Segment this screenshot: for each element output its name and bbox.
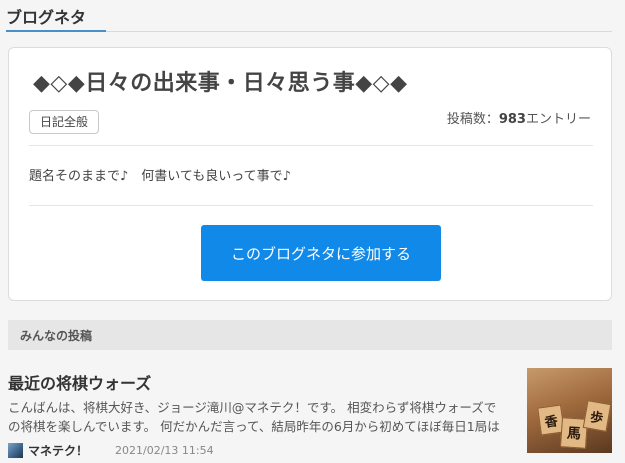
blog-theme-card: ◆◇◆日々の出来事・日々思う事◆◇◆ 日記全般 投稿数：983エントリー 題名そ… — [8, 47, 612, 301]
post-count: 投稿数：983エントリー — [447, 108, 591, 127]
shogi-piece-image: 歩 — [582, 400, 612, 432]
card-divider — [29, 205, 593, 206]
theme-description: 題名そのままで♪ 何書いても良いって事で♪ — [29, 169, 291, 184]
entry-author[interactable]: マネテク！ — [8, 442, 88, 458]
post-count-unit: エントリー — [525, 112, 591, 127]
post-count-value: 983 — [498, 112, 526, 127]
entry-excerpt-line: の将棋を楽しんでいます。 何だかんだ言って、結局昨年の6月から初めてほぼ毎日1局… — [8, 419, 500, 434]
theme-title: ◆◇◆日々の出来事・日々思う事◆◇◆ — [33, 71, 408, 96]
join-theme-button[interactable]: このブログネタに参加する — [201, 225, 441, 281]
entry-thumbnail[interactable]: 香 馬 歩 — [527, 368, 612, 453]
section-header: ブログネタ — [0, 0, 612, 32]
avatar — [8, 442, 23, 458]
entry-date: 2021/02/13 11:54 — [115, 444, 214, 457]
author-name[interactable]: マネテク！ — [28, 442, 88, 459]
entry-excerpt: こんばんは、将棋大好き、ジョージ滝川@マネテク！です。 相変わらず将棋ウォーズで… — [8, 398, 514, 436]
section-title: ブログネタ — [6, 8, 87, 27]
entry-title-link[interactable]: 最近の将棋ウォーズ — [8, 370, 151, 394]
entry-excerpt-line: こんばんは、将棋大好き、ジョージ滝川@マネテク！です。 相変わらず将棋ウォーズで — [8, 400, 497, 415]
community-posts-bar: みんなの投稿 — [8, 320, 612, 350]
card-divider — [29, 145, 593, 146]
section-title-underline — [6, 30, 106, 32]
community-posts-title: みんなの投稿 — [20, 329, 93, 343]
post-count-label: 投稿数： — [446, 112, 499, 127]
category-tag[interactable]: 日記全般 — [29, 110, 100, 134]
